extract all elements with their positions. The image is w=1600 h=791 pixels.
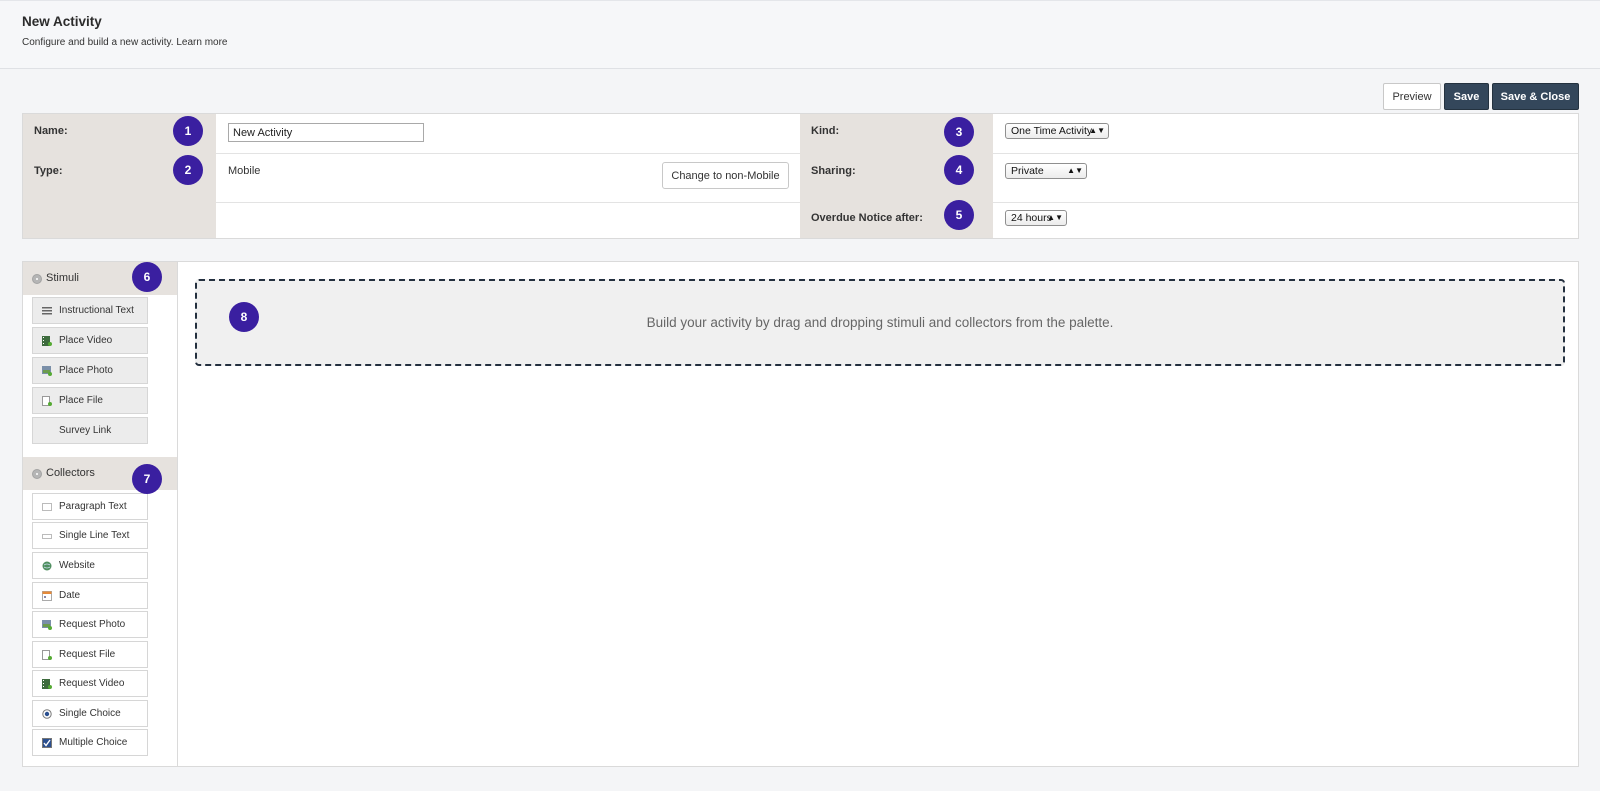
select-arrows-icon: ▲▼ bbox=[1047, 213, 1063, 222]
stimuli-section-title: Stimuli bbox=[46, 272, 80, 284]
divider bbox=[216, 153, 800, 154]
kind-label: Kind: bbox=[811, 125, 840, 137]
photo-icon bbox=[42, 365, 52, 376]
checkbox-icon bbox=[42, 737, 52, 748]
divider bbox=[993, 153, 1578, 154]
radio-icon bbox=[42, 708, 52, 719]
page-subtitle: Configure and build a new activity. Lear… bbox=[22, 37, 228, 48]
palette-item-website[interactable]: Website bbox=[32, 552, 148, 579]
file-add-icon bbox=[42, 649, 52, 660]
type-value: Mobile bbox=[228, 165, 261, 177]
overdue-notice-select[interactable]: 24 hours ▲▼ bbox=[1005, 210, 1067, 226]
text-lines-icon bbox=[42, 306, 52, 316]
step-badge-4: 4 bbox=[944, 155, 974, 185]
sharing-selected-value: Private bbox=[1011, 165, 1044, 177]
preview-button[interactable]: Preview bbox=[1383, 83, 1441, 110]
step-badge-8: 8 bbox=[229, 302, 259, 332]
palette-item-single-line-text[interactable]: Single Line Text bbox=[32, 522, 148, 549]
kind-select[interactable]: One Time Activity ▲▼ bbox=[1005, 123, 1109, 139]
name-label: Name: bbox=[34, 125, 68, 137]
film-icon bbox=[42, 678, 52, 689]
save-button[interactable]: Save bbox=[1444, 83, 1489, 110]
file-add-icon bbox=[42, 395, 52, 406]
step-badge-1: 1 bbox=[173, 116, 203, 146]
palette-item-paragraph-text[interactable]: Paragraph Text bbox=[32, 493, 148, 520]
overdue-selected-value: 24 hours bbox=[1011, 212, 1052, 224]
step-badge-2: 2 bbox=[173, 155, 203, 185]
select-arrows-icon: ▲▼ bbox=[1089, 126, 1105, 135]
activity-settings-panel: Name: Type: Mobile Change to non-Mobile … bbox=[22, 113, 1579, 239]
textarea-icon bbox=[42, 502, 52, 512]
step-badge-3: 3 bbox=[944, 117, 974, 147]
sharing-label: Sharing: bbox=[811, 165, 856, 177]
name-input[interactable] bbox=[228, 123, 424, 142]
palette-item-date[interactable]: Date bbox=[32, 582, 148, 609]
textfield-icon bbox=[42, 531, 52, 541]
palette-item-multiple-choice[interactable]: Multiple Choice bbox=[32, 729, 148, 756]
step-badge-5: 5 bbox=[944, 200, 974, 230]
globe-icon bbox=[42, 561, 52, 571]
divider bbox=[993, 202, 1578, 203]
drop-zone-placeholder: Build your activity by drag and dropping… bbox=[646, 315, 1114, 330]
calendar-icon bbox=[42, 590, 52, 601]
collapse-toggle-icon bbox=[32, 274, 42, 284]
palette-item-place-file[interactable]: Place File bbox=[32, 387, 148, 414]
step-badge-7: 7 bbox=[132, 464, 162, 494]
divider bbox=[216, 202, 800, 203]
palette-item-place-photo[interactable]: Place Photo bbox=[32, 357, 148, 384]
page-header: New Activity Configure and build a new a… bbox=[0, 0, 1600, 69]
activity-drop-zone[interactable]: Build your activity by drag and dropping… bbox=[195, 279, 1565, 366]
palette-item-survey-link[interactable]: Survey Link bbox=[32, 417, 148, 444]
save-close-button[interactable]: Save & Close bbox=[1492, 83, 1579, 110]
film-icon bbox=[42, 335, 52, 346]
page-title: New Activity bbox=[22, 14, 102, 29]
palette-item-instructional-text[interactable]: Instructional Text bbox=[32, 297, 148, 324]
palette-item-single-choice[interactable]: Single Choice bbox=[32, 700, 148, 727]
collectors-section-title: Collectors bbox=[46, 467, 95, 479]
step-badge-6: 6 bbox=[132, 262, 162, 292]
type-label: Type: bbox=[34, 165, 63, 177]
sharing-select[interactable]: Private ▲▼ bbox=[1005, 163, 1087, 179]
palette-item-request-file[interactable]: Request File bbox=[32, 641, 148, 668]
change-to-non-mobile-button[interactable]: Change to non-Mobile bbox=[662, 162, 789, 189]
palette-item-request-video[interactable]: Request Video bbox=[32, 670, 148, 697]
palette-item-place-video[interactable]: Place Video bbox=[32, 327, 148, 354]
palette-item-request-photo[interactable]: Request Photo bbox=[32, 611, 148, 638]
palette-sidebar: Stimuli Instructional Text Place Video P… bbox=[23, 262, 178, 766]
select-arrows-icon: ▲▼ bbox=[1067, 166, 1083, 175]
activity-builder: Stimuli Instructional Text Place Video P… bbox=[22, 261, 1579, 767]
kind-selected-value: One Time Activity bbox=[1011, 125, 1093, 137]
photo-icon bbox=[42, 619, 52, 630]
overdue-notice-label: Overdue Notice after: bbox=[811, 212, 923, 224]
collapse-toggle-icon bbox=[32, 469, 42, 479]
